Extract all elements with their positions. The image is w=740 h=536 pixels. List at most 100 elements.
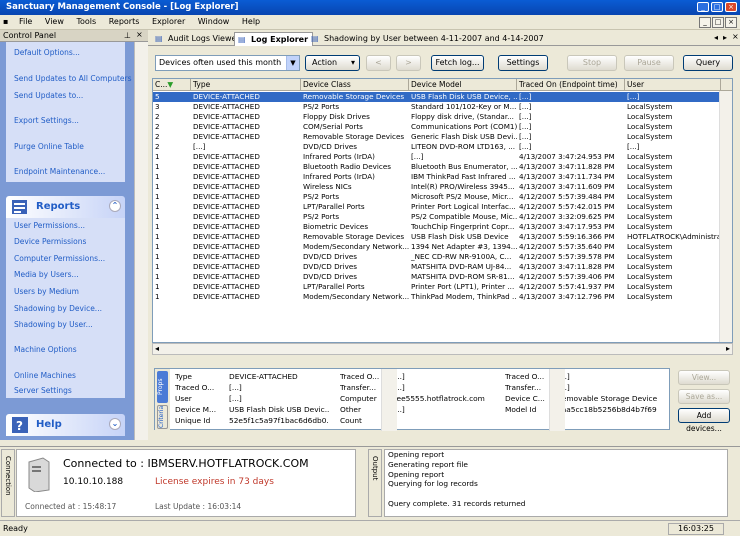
tab-close-icon[interactable]: × — [732, 32, 739, 41]
property-value[interactable]: [...] — [392, 372, 492, 382]
table-row[interactable]: 1 DEVICE-ATTACHED Modem/Secondary Network.… — [153, 242, 732, 252]
link-shadowing-by-user[interactable]: Shadowing by User... — [6, 320, 93, 329]
col-device-model[interactable]: Device Model — [409, 79, 517, 91]
help-panel-header[interactable]: ? Help ⌄ — [6, 414, 125, 436]
child-restore-button[interactable]: □ — [712, 17, 724, 28]
tab-audit-logs-viewer[interactable]: ▤ Audit Logs Viewer — [152, 32, 244, 46]
table-row[interactable]: 1 DEVICE-ATTACHED DVD/CD Drives _NEC CD-RW … — [153, 252, 732, 262]
tab-log-explorer[interactable]: ▤ Log Explorer — [234, 32, 314, 46]
dropdown-arrow-icon[interactable]: ▼ — [286, 56, 299, 70]
property-value[interactable]: [...] — [557, 372, 657, 382]
col-device-class[interactable]: Device Class — [301, 79, 409, 91]
fetch-log-button[interactable]: Fetch log... — [431, 55, 484, 71]
tab-connection[interactable]: Connection — [1, 449, 15, 517]
menu-help[interactable]: Help — [237, 15, 265, 28]
tab-scroll-left-icon[interactable]: ◂ — [714, 33, 718, 42]
maximize-button[interactable]: □ — [711, 2, 723, 12]
scroll-left-icon[interactable]: ◂ — [155, 344, 159, 353]
property-value[interactable]: [...] — [229, 383, 329, 393]
report-template-select[interactable]: Devices often used this month ▼ — [155, 55, 300, 71]
table-row[interactable]: 1 DEVICE-ATTACHED Bluetooth Radio Devices B… — [153, 162, 732, 172]
property-value[interactable]: [...] — [392, 383, 492, 393]
link-export-settings[interactable]: Export Settings... — [6, 116, 79, 125]
link-default-options[interactable]: Default Options... — [6, 48, 80, 57]
add-devices-button[interactable]: Add devices... — [678, 408, 730, 433]
table-row[interactable]: 3 DEVICE-ATTACHED PS/2 Ports Standard 101/1… — [153, 102, 732, 112]
menu-explorer[interactable]: Explorer — [147, 15, 190, 28]
minimize-button[interactable]: _ — [697, 2, 709, 12]
link-computer-permissions[interactable]: Computer Permissions... — [6, 254, 105, 263]
tab-scroll-right-icon[interactable]: ▸ — [723, 33, 727, 42]
menu-window[interactable]: Window — [193, 15, 235, 28]
chevron-up-icon[interactable]: ⌃ — [109, 200, 121, 212]
link-device-permissions[interactable]: Device Permissions — [6, 237, 86, 246]
table-row[interactable]: 1 DEVICE-ATTACHED DVD/CD Drives MATSHITA DV… — [153, 272, 732, 282]
pause-button[interactable]: Pause — [624, 55, 674, 71]
menu-tools[interactable]: Tools — [71, 15, 101, 28]
grid-horizontal-scrollbar[interactable]: ◂ ▸ — [152, 343, 733, 355]
table-row[interactable]: 5 DEVICE-ATTACHED Removable Storage Device… — [153, 92, 732, 102]
link-server-settings[interactable]: Server Settings — [6, 386, 72, 395]
property-value[interactable]: eee5555.hotflatrock.com — [392, 394, 492, 404]
save-as-button[interactable]: Save as... — [678, 389, 730, 404]
property-value[interactable]: [...] — [557, 383, 657, 393]
table-row[interactable]: 1 DEVICE-ATTACHED PS/2 Ports PS/2 Compatibl… — [153, 212, 732, 222]
menu-reports[interactable]: Reports — [104, 15, 145, 28]
close-button[interactable]: × — [725, 2, 737, 12]
table-row[interactable]: 1 DEVICE-ATTACHED LPT/Parallel Ports Printe… — [153, 202, 732, 212]
link-users-by-medium[interactable]: Users by Medium — [6, 287, 79, 296]
table-row[interactable]: 1 DEVICE-ATTACHED Wireless NICs Intel(R) PR… — [153, 182, 732, 192]
close-panel-icon[interactable]: × — [136, 30, 143, 39]
link-purge-online-table[interactable]: Purge Online Table — [6, 142, 84, 151]
property-value[interactable]: [...] — [392, 405, 492, 415]
col-count[interactable]: C...▼ — [153, 79, 191, 91]
property-value[interactable]: 5 — [392, 416, 492, 426]
property-value[interactable]: [...] — [229, 394, 329, 404]
tab-output[interactable]: Output — [368, 449, 382, 517]
reports-panel-header[interactable]: Reports ⌃ — [6, 196, 125, 218]
property-value[interactable]: 52e5f1c5a97f1bac6d6db0... — [229, 416, 329, 426]
link-send-updates-all[interactable]: Send Updates to All Computers — [6, 74, 132, 83]
link-shadowing-by-device[interactable]: Shadowing by Device... — [6, 304, 102, 313]
table-row[interactable]: 2 DEVICE-ATTACHED Floppy Disk Drives Floppy… — [153, 112, 732, 122]
pin-icon[interactable]: ⊥ — [124, 31, 131, 40]
child-close-button[interactable]: × — [725, 17, 737, 28]
table-row[interactable]: 1 DEVICE-ATTACHED Infrared Ports (IrDA) IBM… — [153, 172, 732, 182]
link-endpoint-maintenance[interactable]: Endpoint Maintenance... — [6, 167, 105, 176]
link-machine-options[interactable]: Machine Options — [6, 345, 77, 354]
action-button[interactable]: Action ▾ — [305, 55, 360, 71]
col-type[interactable]: Type — [191, 79, 301, 91]
link-online-machines[interactable]: Online Machines — [6, 371, 76, 380]
scroll-right-icon[interactable]: ▸ — [726, 344, 730, 353]
table-row[interactable]: 1 DEVICE-ATTACHED Removable Storage Device… — [153, 232, 732, 242]
col-user[interactable]: User — [625, 79, 721, 91]
col-traced-on[interactable]: Traced On (Endpoint time) — [517, 79, 625, 91]
child-minimize-button[interactable]: _ — [699, 17, 711, 28]
control-panel-scrollbar[interactable] — [134, 42, 148, 440]
property-value[interactable]: DEVICE-ATTACHED — [229, 372, 329, 382]
tab-props[interactable]: Props — [157, 371, 168, 403]
table-row[interactable]: 2 [...] DVD/CD Drives LITEON DVD-ROM LTD163… — [153, 142, 732, 152]
menu-file[interactable]: File — [14, 15, 37, 28]
table-row[interactable]: 1 DEVICE-ATTACHED Infrared Ports (IrDA) [..… — [153, 152, 732, 162]
table-row[interactable]: 2 DEVICE-ATTACHED Removable Storage Device… — [153, 132, 732, 142]
menu-view[interactable]: View — [40, 15, 69, 28]
view-button[interactable]: View... — [678, 370, 730, 385]
props-scrollbar-1[interactable] — [381, 369, 397, 431]
table-row[interactable]: 1 DEVICE-ATTACHED Biometric Devices TouchCh… — [153, 222, 732, 232]
app-icon[interactable]: ▪ — [0, 15, 11, 28]
back-button[interactable]: < — [366, 55, 391, 71]
link-send-updates-to[interactable]: Send Updates to... — [6, 91, 83, 100]
link-media-by-users[interactable]: Media by Users... — [6, 270, 79, 279]
property-value[interactable]: 9aa5cc18b5256b8d4b7f69... — [557, 405, 657, 415]
table-row[interactable]: 1 DEVICE-ATTACHED LPT/Parallel Ports Printe… — [153, 282, 732, 292]
forward-button[interactable]: > — [396, 55, 421, 71]
query-button[interactable]: Query — [683, 55, 733, 71]
property-value[interactable]: Removable Storage Devices — [557, 394, 657, 404]
property-value[interactable]: USB Flash Disk USB Devic... — [229, 405, 329, 415]
tab-shadowing-by-user[interactable]: ▤ Shadowing by User between 4-11-2007 and… — [308, 32, 548, 46]
chevron-down-icon[interactable]: ⌄ — [109, 418, 121, 430]
link-user-permissions[interactable]: User Permissions... — [6, 221, 85, 230]
tab-criteria[interactable]: Criteria — [157, 405, 168, 429]
table-row[interactable]: 2 DEVICE-ATTACHED COM/Serial Ports Communic… — [153, 122, 732, 132]
